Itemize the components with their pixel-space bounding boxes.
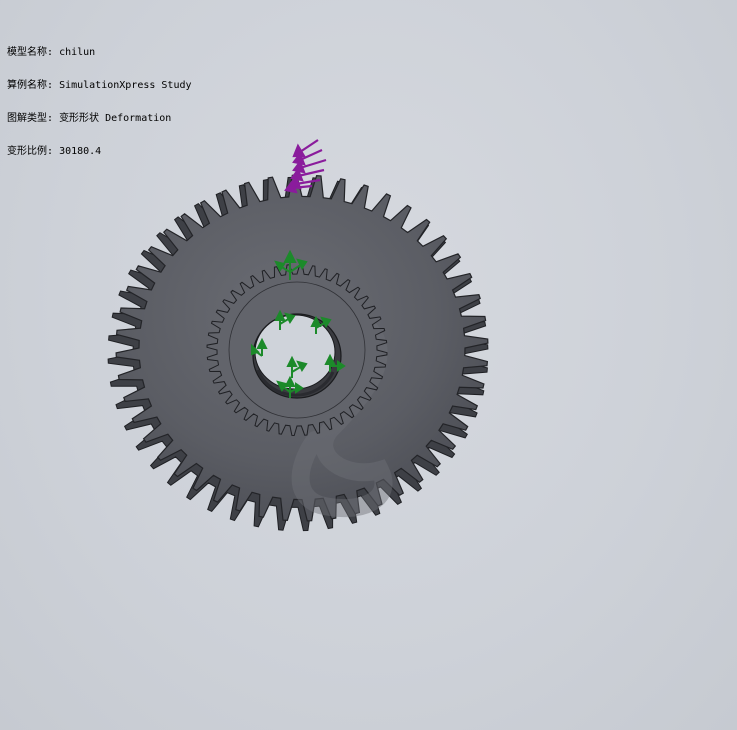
graphics-viewport[interactable]: 模型名称: chilun 算例名称: SimulationXpress Stud… [0,0,737,730]
gear-model-view[interactable] [0,0,737,730]
bore-opening [254,314,336,390]
